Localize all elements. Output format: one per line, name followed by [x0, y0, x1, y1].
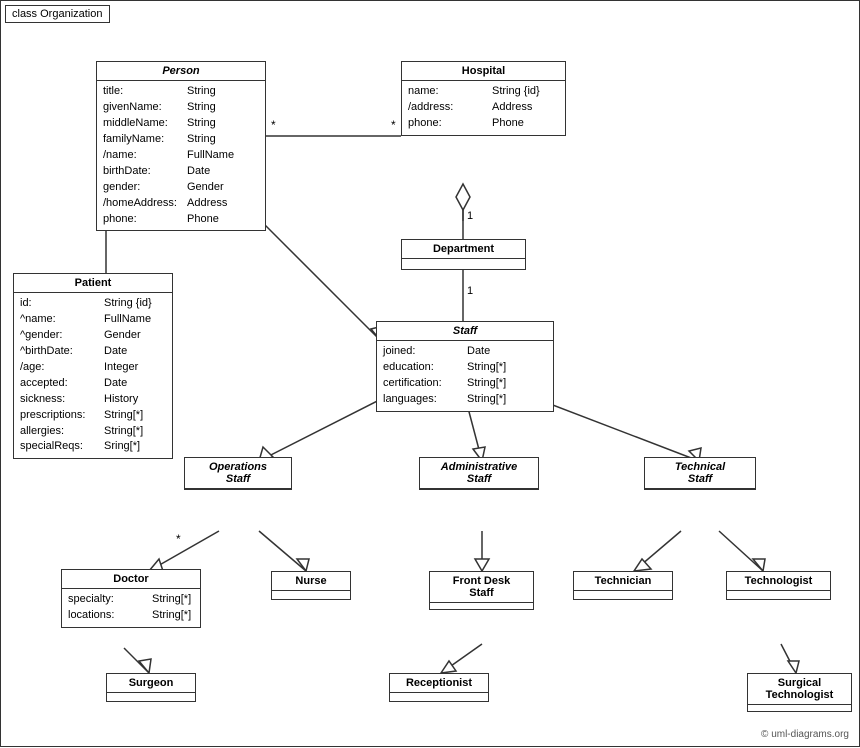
surgeon-class: Surgeon	[106, 673, 196, 702]
technical-staff-class: TechnicalStaff	[644, 457, 756, 490]
department-body	[402, 259, 525, 269]
surgical-technologist-header: SurgicalTechnologist	[748, 674, 851, 705]
technologist-class: Technologist	[726, 571, 831, 600]
staff-header: Staff	[377, 322, 553, 341]
nurse-class: Nurse	[271, 571, 351, 600]
diagram-title: class Organization	[5, 5, 110, 23]
receptionist-class: Receptionist	[389, 673, 489, 702]
administrative-staff-header: AdministrativeStaff	[420, 458, 538, 489]
svg-text:1: 1	[467, 210, 473, 222]
front-desk-staff-class: Front DeskStaff	[429, 571, 534, 610]
hospital-body: name:String {id} /address:Address phone:…	[402, 81, 565, 135]
surgical-technologist-class: SurgicalTechnologist	[747, 673, 852, 712]
patient-class: Patient id:String {id} ^name:FullName ^g…	[13, 273, 173, 459]
person-body: title:String givenName:String middleName…	[97, 81, 265, 230]
patient-body: id:String {id} ^name:FullName ^gender:Ge…	[14, 293, 172, 458]
hospital-header: Hospital	[402, 62, 565, 81]
svg-text:*: *	[391, 118, 396, 132]
doctor-header: Doctor	[62, 570, 200, 589]
surgical-technologist-body	[748, 705, 851, 711]
svg-text:1: 1	[467, 285, 473, 297]
hospital-class: Hospital name:String {id} /address:Addre…	[401, 61, 566, 136]
receptionist-body	[390, 693, 488, 701]
staff-class: Staff joined:Date education:String[*] ce…	[376, 321, 554, 412]
technician-body	[574, 591, 672, 599]
surgeon-header: Surgeon	[107, 674, 195, 693]
person-class: Person title:String givenName:String mid…	[96, 61, 266, 231]
department-header: Department	[402, 240, 525, 259]
patient-header: Patient	[14, 274, 172, 293]
svg-text:*: *	[176, 532, 181, 546]
technologist-header: Technologist	[727, 572, 830, 591]
receptionist-header: Receptionist	[390, 674, 488, 693]
department-class: Department	[401, 239, 526, 270]
surgeon-body	[107, 693, 195, 701]
technologist-body	[727, 591, 830, 599]
doctor-body: specialty:String[*] locations:String[*]	[62, 589, 200, 627]
front-desk-staff-body	[430, 603, 533, 609]
technician-class: Technician	[573, 571, 673, 600]
technician-header: Technician	[574, 572, 672, 591]
svg-text:*: *	[271, 118, 276, 132]
doctor-class: Doctor specialty:String[*] locations:Str…	[61, 569, 201, 628]
diagram-container: class Organization * * 1 * 1 *	[0, 0, 860, 747]
administrative-staff-class: AdministrativeStaff	[419, 457, 539, 490]
nurse-header: Nurse	[272, 572, 350, 591]
operations-staff-header: OperationsStaff	[185, 458, 291, 489]
person-header: Person	[97, 62, 265, 81]
staff-body: joined:Date education:String[*] certific…	[377, 341, 553, 411]
front-desk-staff-header: Front DeskStaff	[430, 572, 533, 603]
operations-staff-class: OperationsStaff	[184, 457, 292, 490]
nurse-body	[272, 591, 350, 599]
copyright: © uml-diagrams.org	[761, 729, 849, 740]
technical-staff-header: TechnicalStaff	[645, 458, 755, 489]
